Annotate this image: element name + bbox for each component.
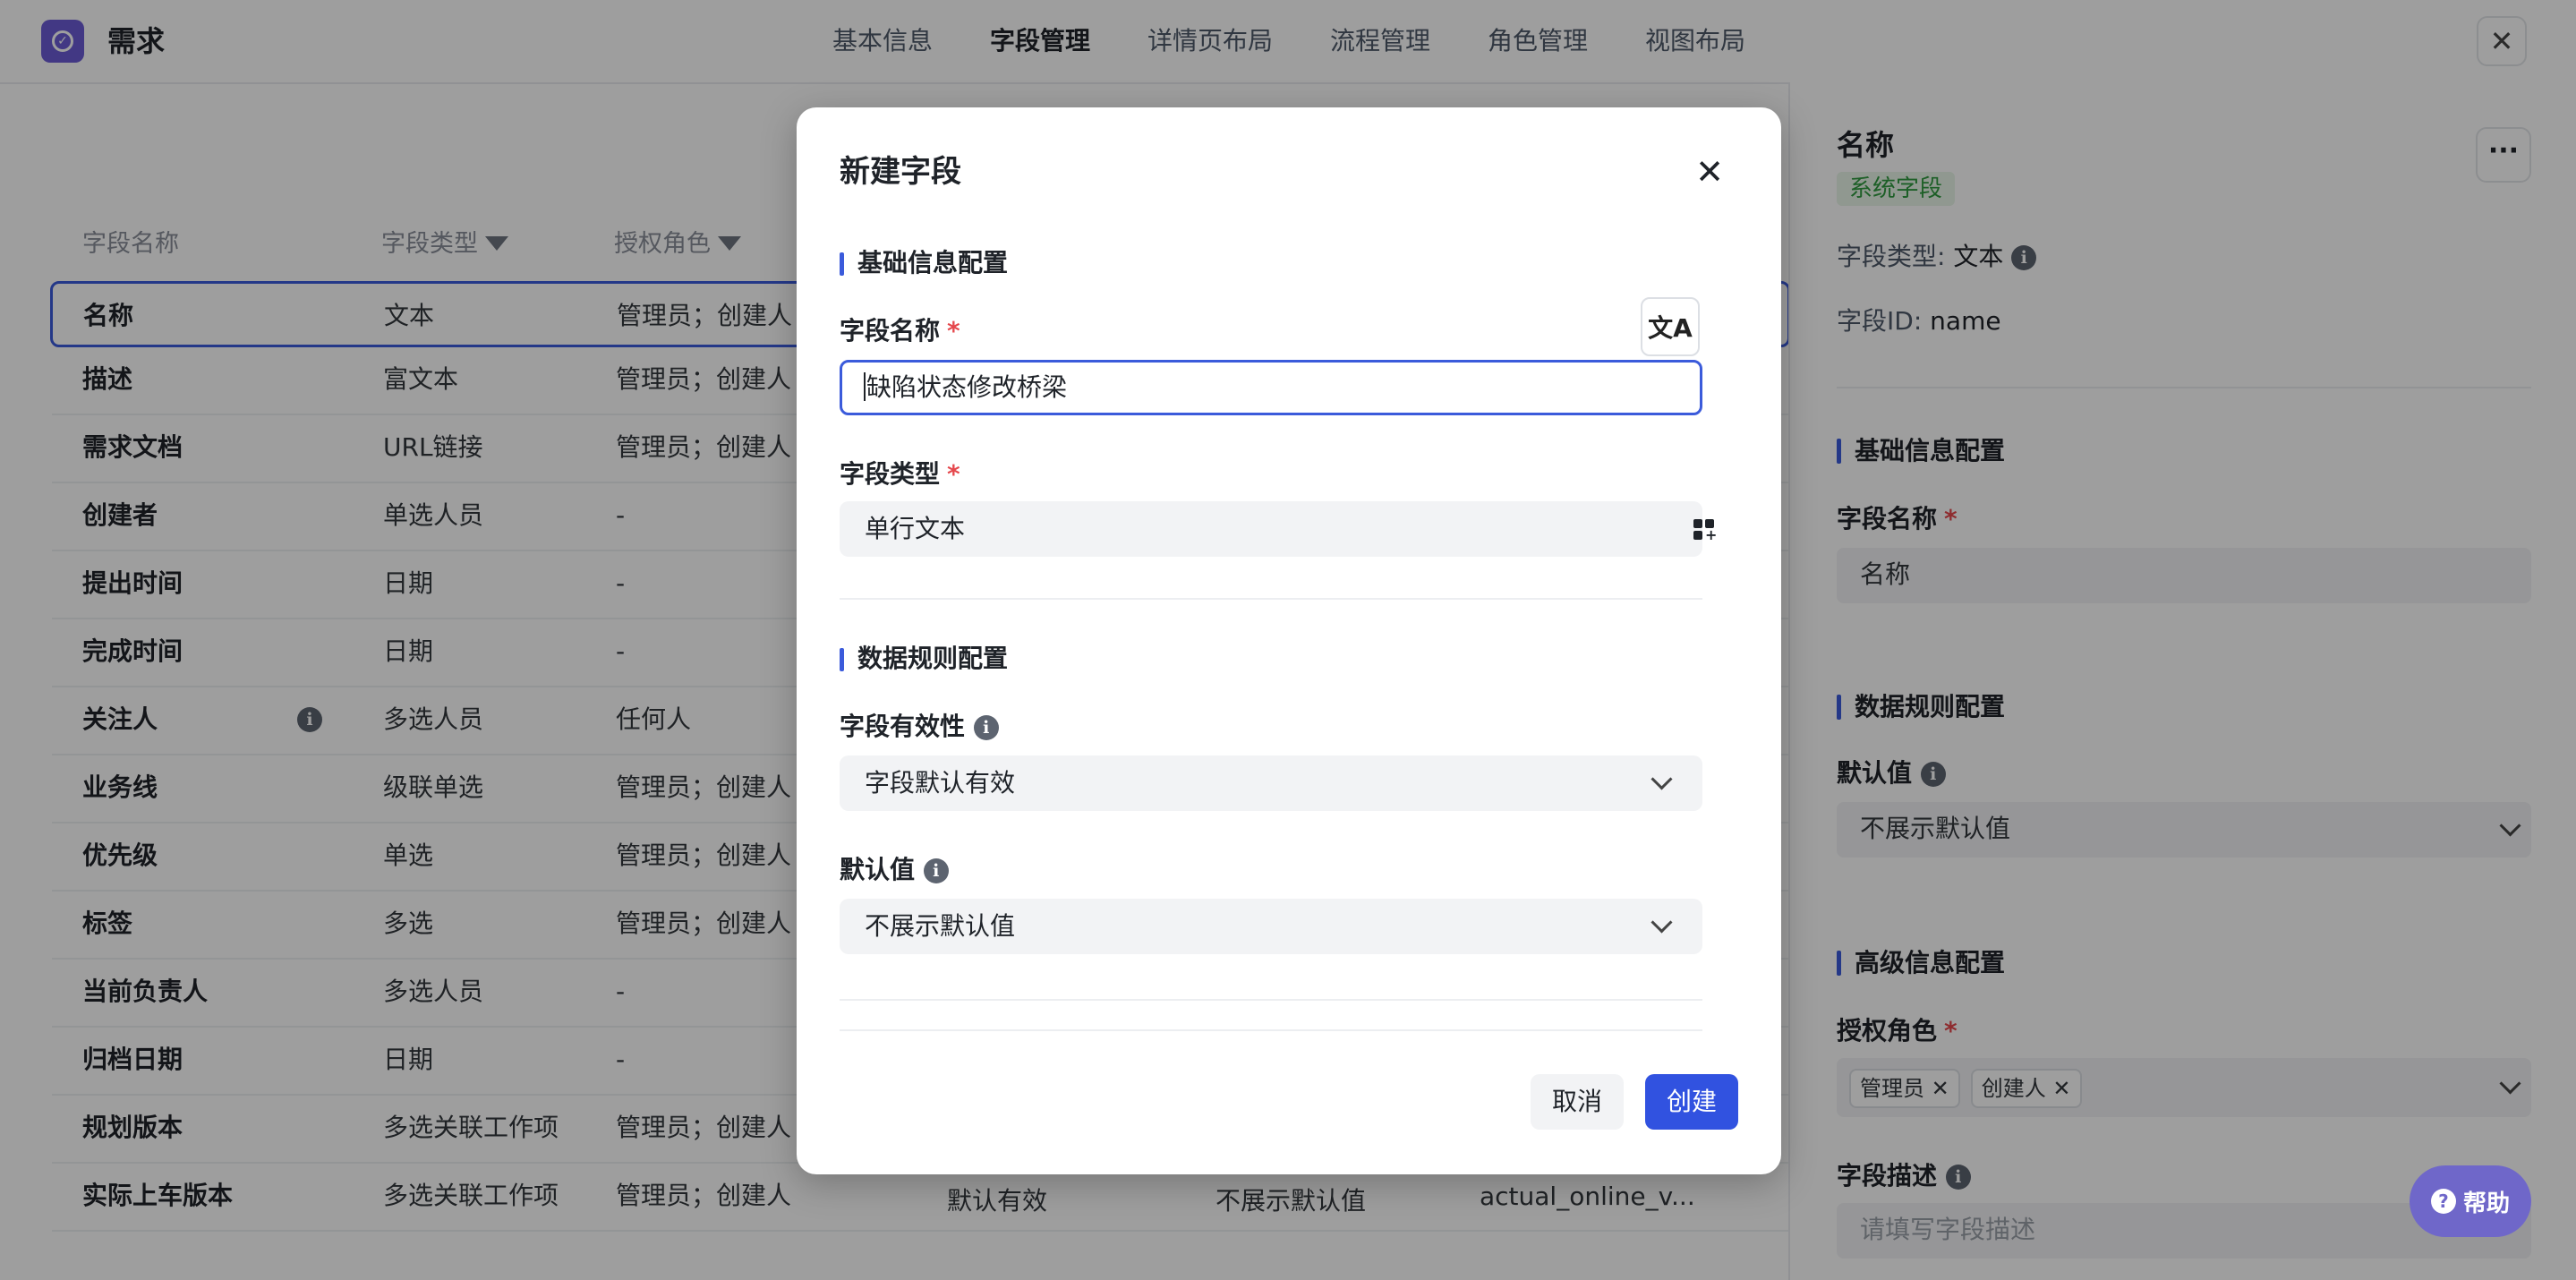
dialog-title: 新建字段 (840, 154, 961, 190)
divider (840, 598, 1702, 600)
select-value: 字段默认有效 (865, 768, 1016, 798)
cancel-button[interactable]: 取消 (1531, 1074, 1624, 1130)
translate-icon: 文A (1648, 313, 1693, 343)
help-label: 帮助 (2462, 1190, 2510, 1217)
new-field-dialog: 新建字段 ✕ 基础信息配置 字段名称 * 文A 缺陷状态修改桥梁 字段类型 * 单行… (797, 107, 1781, 1174)
validity-label: 字段有效性 i (840, 711, 999, 743)
data-section-title: 数据规则配置 (857, 644, 1009, 673)
label-text: 字段名称 (840, 316, 941, 346)
field-name-value: 缺陷状态修改桥梁 (866, 372, 1068, 402)
name-label: 字段名称 * (840, 315, 960, 347)
widget-add-icon: + (1693, 519, 1717, 542)
help-button[interactable]: ? 帮助 (2410, 1165, 2531, 1237)
label-text: 默认值 (840, 855, 916, 884)
default-label: 默认值 i (840, 854, 949, 886)
required-mark: * (947, 316, 960, 346)
dialog-close-button[interactable]: ✕ (1692, 154, 1727, 190)
info-icon[interactable]: i (973, 715, 999, 740)
chevron-down-icon (1651, 768, 1673, 790)
divider (840, 999, 1702, 1001)
select-value: 不展示默认值 (865, 911, 1016, 941)
field-type-value: 单行文本 (865, 514, 966, 543)
info-icon[interactable]: i (923, 858, 949, 883)
close-icon: ✕ (1695, 152, 1724, 192)
section-marker (840, 648, 844, 671)
basic-section-title: 基础信息配置 (857, 248, 1009, 277)
label-text: 字段有效性 (840, 712, 966, 741)
validity-select[interactable]: 字段默认有效 (840, 755, 1702, 811)
create-button[interactable]: 创建 (1645, 1074, 1738, 1130)
field-name-input[interactable]: 缺陷状态修改桥梁 (840, 360, 1702, 415)
default-select[interactable]: 不展示默认值 (840, 899, 1702, 954)
field-type-select[interactable]: 单行文本 + (840, 501, 1717, 557)
label-text: 字段类型 (840, 459, 941, 489)
type-label: 字段类型 * (840, 458, 960, 491)
text-caret (864, 372, 866, 401)
chevron-down-icon (1651, 911, 1673, 934)
divider (840, 1029, 1702, 1031)
section-marker (840, 252, 844, 276)
required-mark: * (947, 459, 960, 489)
translate-button[interactable]: 文A (1641, 297, 1700, 356)
help-icon: ? (2430, 1189, 2456, 1214)
